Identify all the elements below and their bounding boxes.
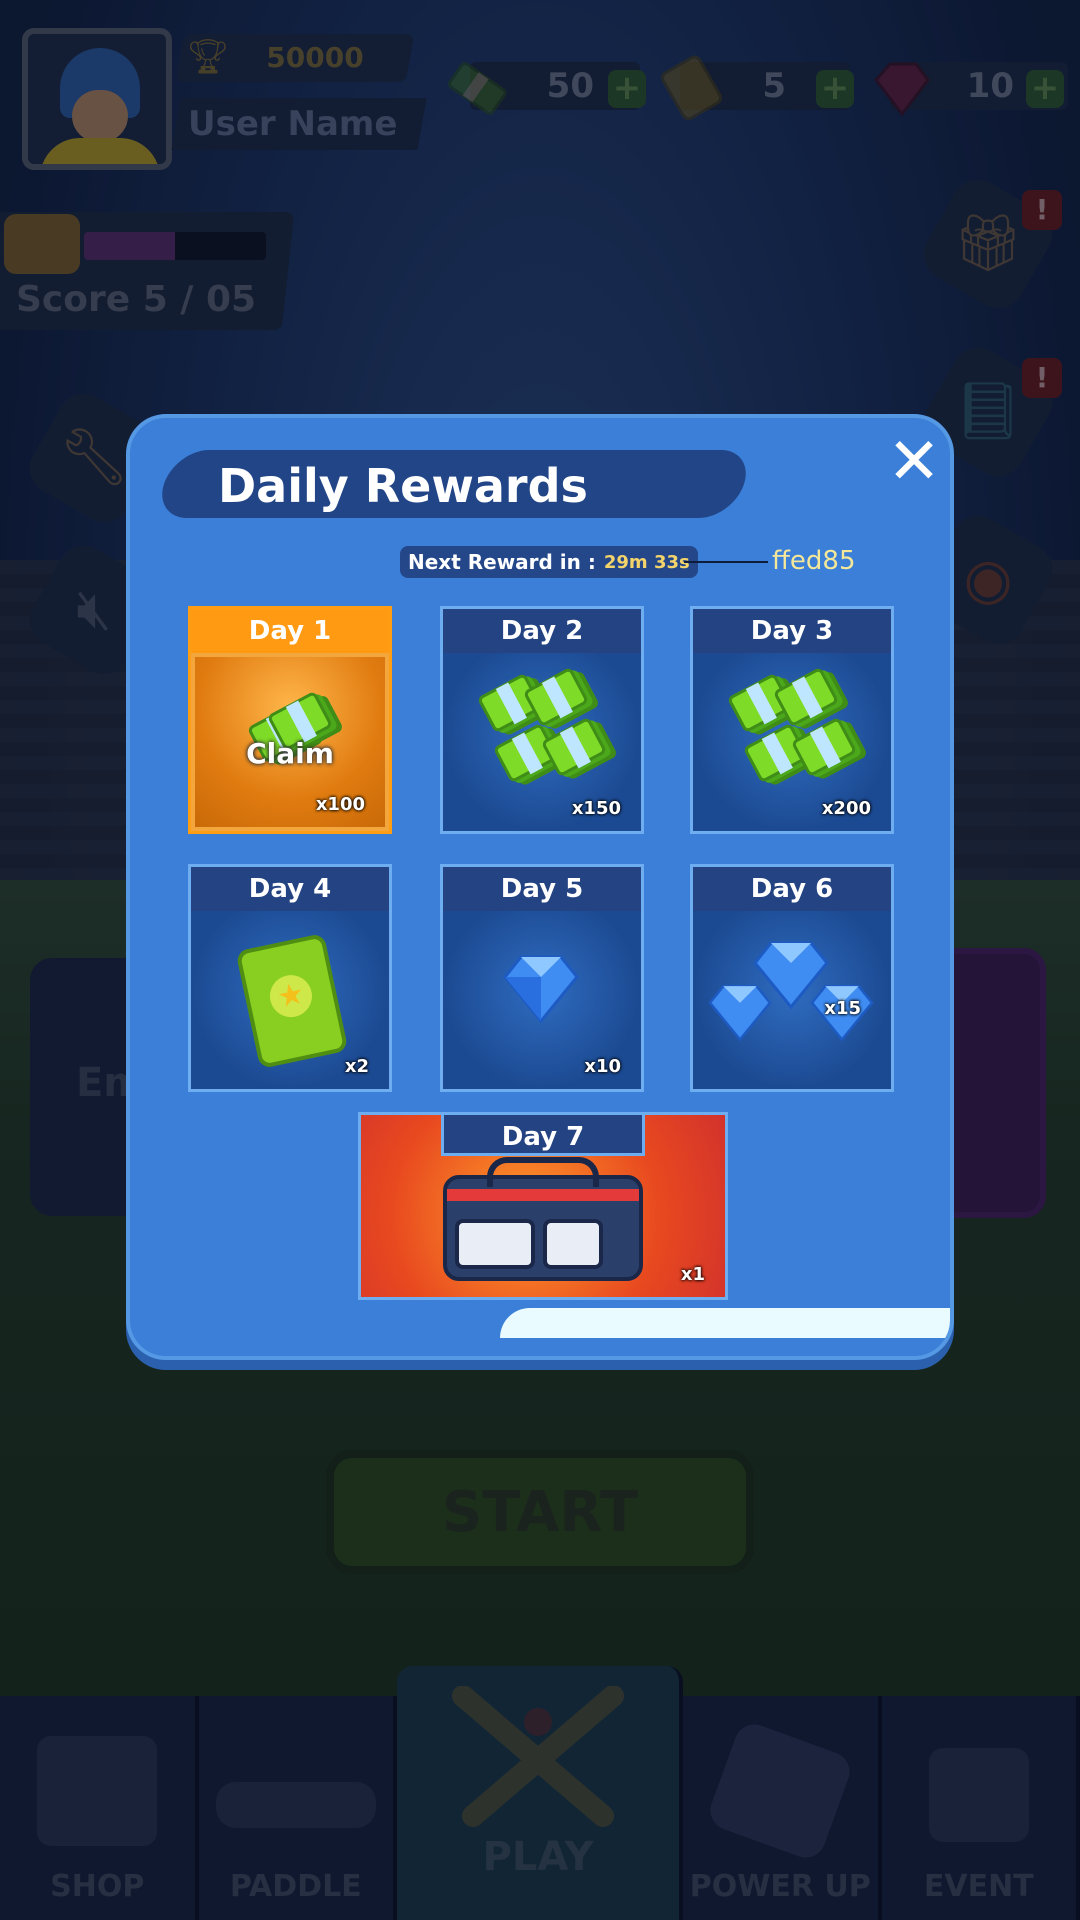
next-reward-timer: Next Reward in : 29m 33s — [400, 546, 698, 578]
cash-icon — [772, 666, 840, 728]
day-label: Day 2 — [443, 609, 641, 653]
gem-icon — [503, 955, 579, 1024]
day-reward: x2 — [191, 911, 389, 1089]
bag-stripe — [447, 1189, 639, 1201]
day-6-card[interactable]: Day 6 x15 — [690, 864, 894, 1092]
ticket-icon — [235, 932, 349, 1070]
gem-icon — [708, 984, 772, 1042]
cash-icon — [540, 716, 608, 778]
bag-pocket — [455, 1219, 535, 1269]
close-button[interactable]: ✕ — [886, 430, 942, 494]
bag-strap — [487, 1157, 599, 1187]
day-7-card[interactable]: x1 Day 7 — [358, 1112, 728, 1300]
day-label: Day 1 — [191, 609, 389, 653]
timer-label: Next Reward in : — [408, 550, 596, 574]
day-reward: Claim x100 — [191, 653, 389, 831]
reward-quantity: x200 — [821, 798, 871, 819]
timer-value: 29m 33s — [603, 551, 690, 573]
cash-icon — [522, 666, 590, 728]
day-4-card[interactable]: Day 4 x2 — [188, 864, 392, 1092]
reward-quantity: x100 — [315, 794, 365, 815]
reward-quantity: x1 — [680, 1264, 705, 1285]
day-1-card[interactable]: Day 1 Claim x100 — [188, 606, 392, 834]
day-label: Day 7 — [441, 1112, 645, 1156]
day-label: Day 3 — [693, 609, 891, 653]
day-reward: x15 — [693, 911, 891, 1089]
day-reward: x10 — [443, 911, 641, 1089]
day-3-card[interactable]: Day 3 x200 — [690, 606, 894, 834]
day-reward: x150 — [443, 653, 641, 831]
dialog-title: Daily Rewards — [218, 459, 588, 513]
cash-icon — [790, 716, 858, 778]
day-label: Day 4 — [191, 867, 389, 911]
annotation-line — [684, 561, 768, 563]
day-label: Day 5 — [443, 867, 641, 911]
dialog-footer-wave — [500, 1308, 950, 1338]
day-label: Day 6 — [693, 867, 891, 911]
kit-bag-icon — [443, 1157, 643, 1281]
day-5-card[interactable]: Day 5 x10 — [440, 864, 644, 1092]
claim-label: Claim — [246, 737, 334, 770]
reward-quantity: x10 — [584, 1056, 621, 1077]
annotation-label: ffed85 — [772, 546, 856, 576]
reward-quantity: x2 — [344, 1056, 369, 1077]
daily-rewards-dialog: Daily Rewards ✕ Next Reward in : 29m 33s… — [126, 414, 954, 1360]
bag-pocket — [543, 1219, 603, 1269]
day-reward: x200 — [693, 653, 891, 831]
reward-quantity: x15 — [824, 998, 861, 1019]
day-2-card[interactable]: Day 2 x150 — [440, 606, 644, 834]
reward-quantity: x150 — [571, 798, 621, 819]
